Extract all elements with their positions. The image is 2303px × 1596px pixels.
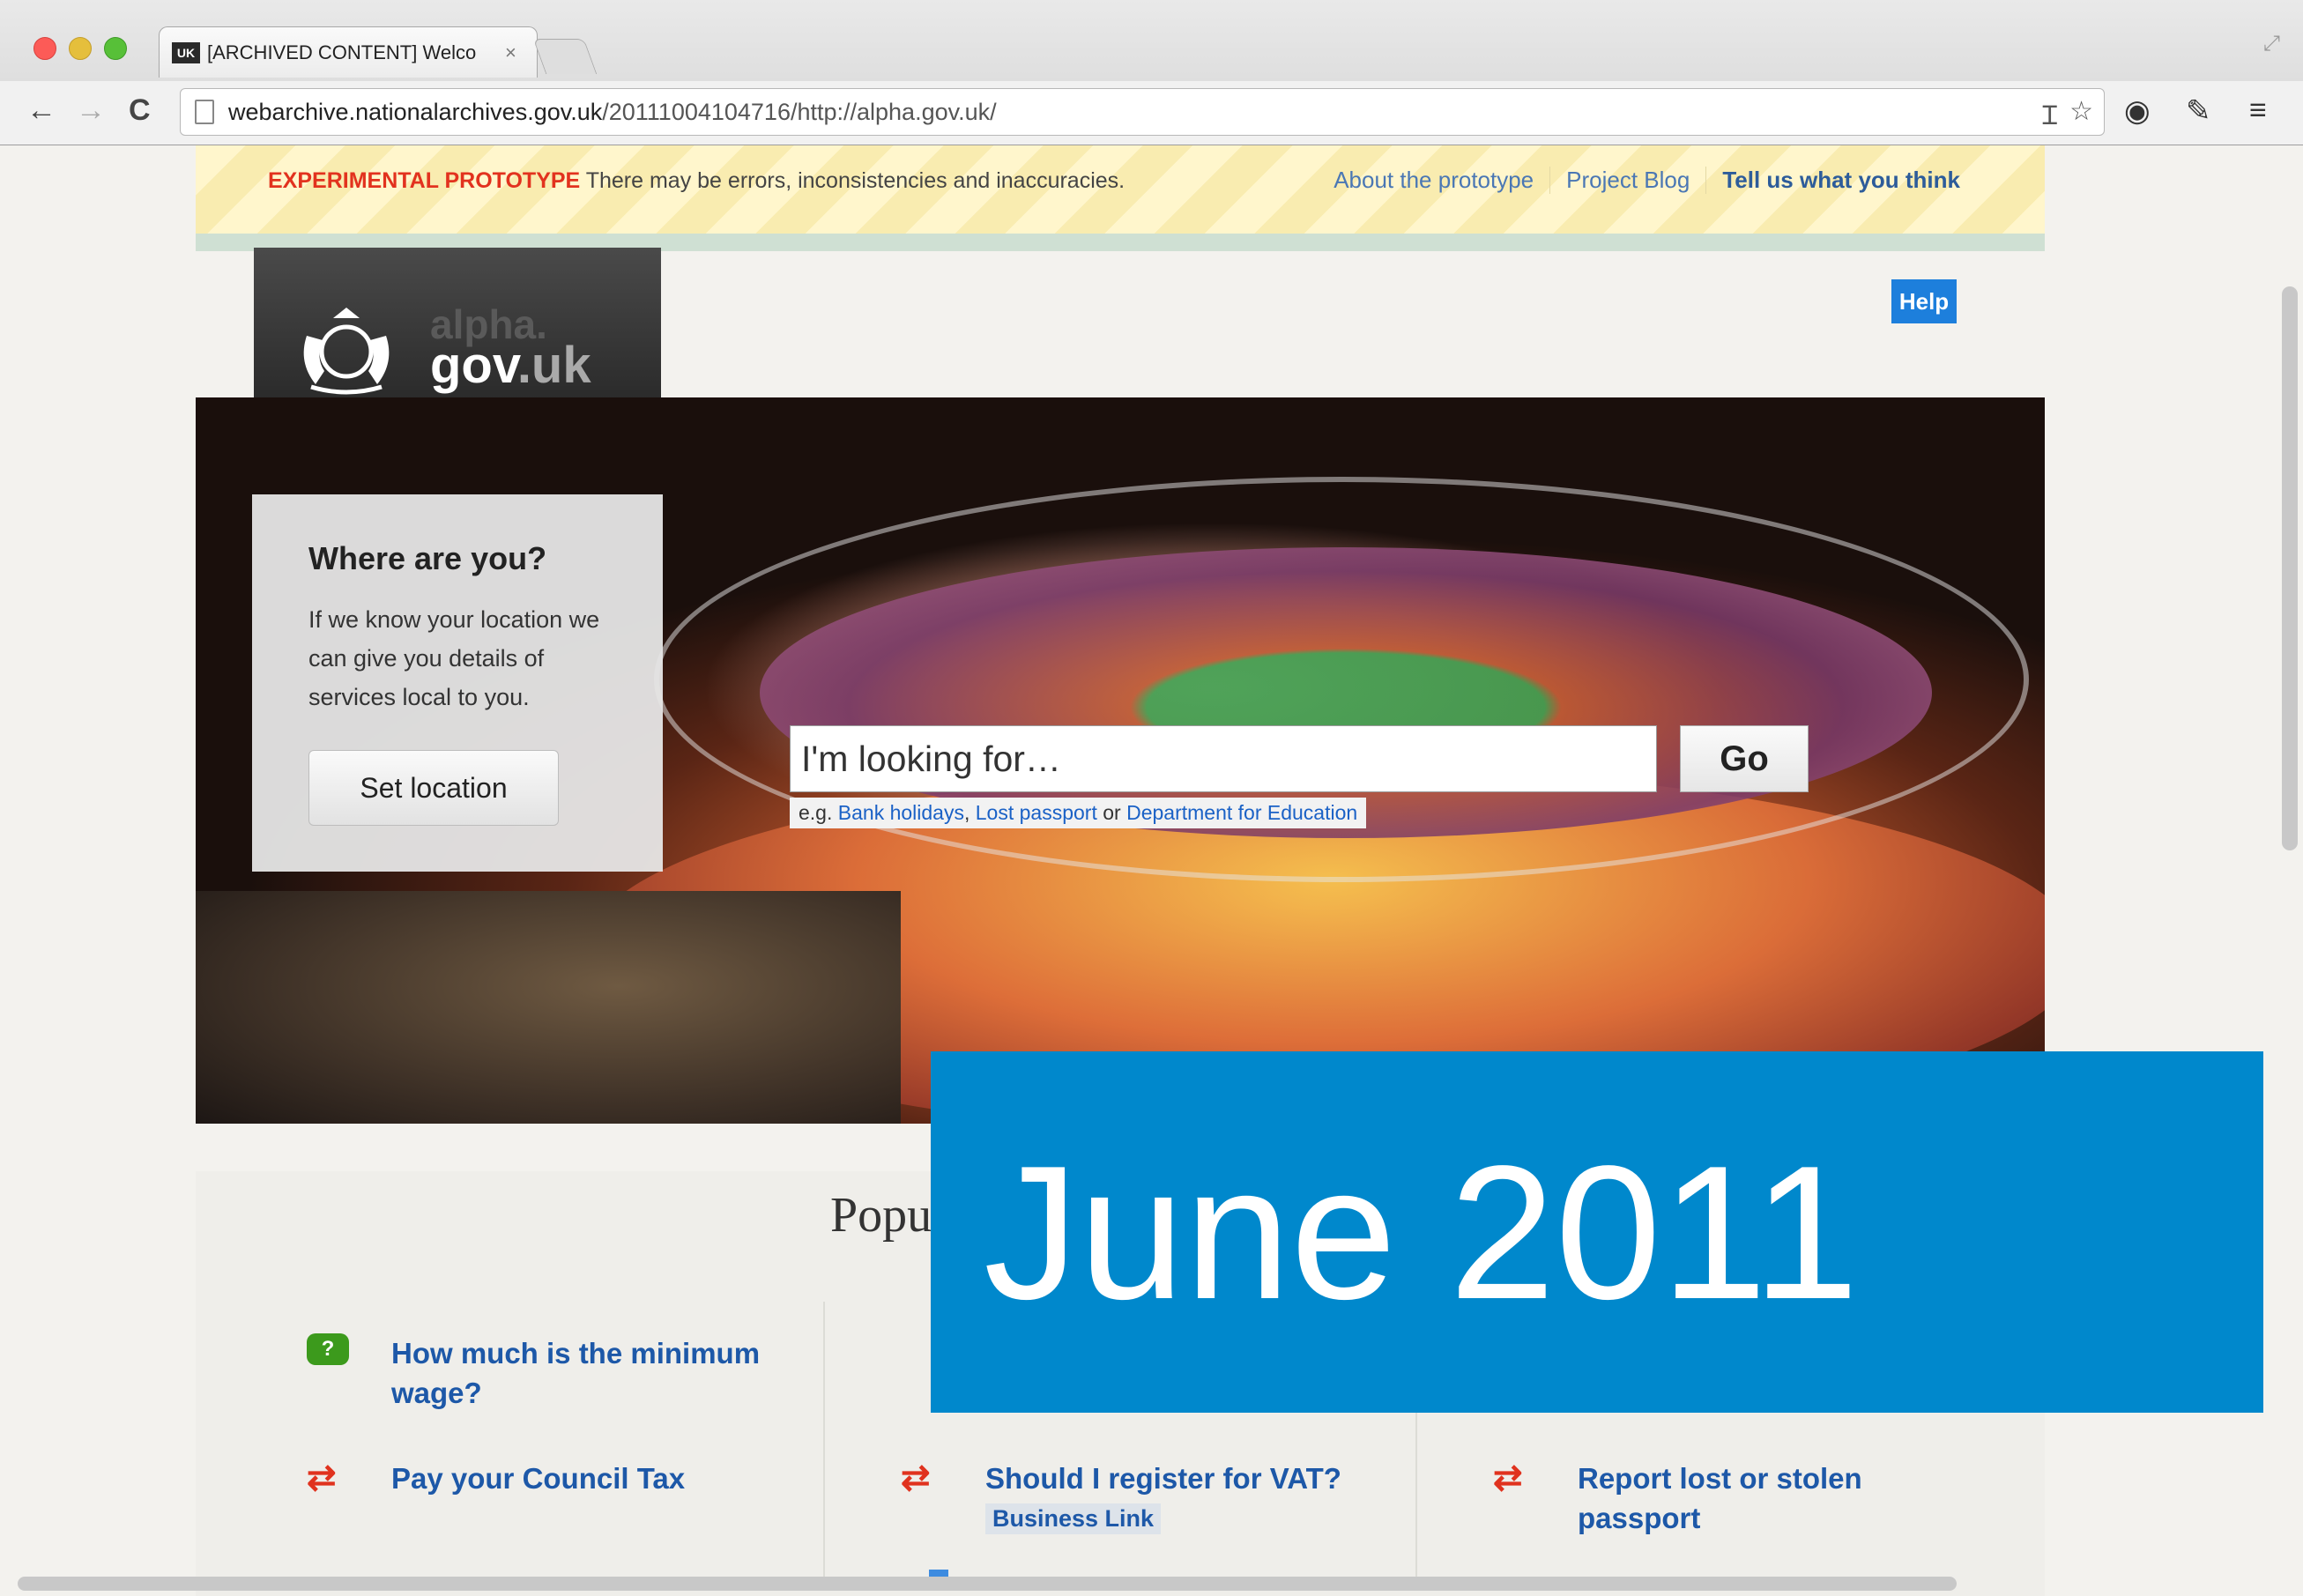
royal-crest-icon — [303, 308, 390, 395]
close-window-button[interactable] — [33, 37, 56, 60]
banner-text: EXPERIMENTAL PROTOTYPE There may be erro… — [268, 168, 1125, 193]
back-arrow-icon[interactable]: ← — [26, 93, 56, 128]
vertical-scrollbar[interactable] — [2282, 234, 2299, 1450]
minimize-window-button[interactable] — [69, 37, 92, 60]
popular-item-lost-passport[interactable]: ⇄ Report lost or stolen passport — [1493, 1459, 1898, 1538]
about-prototype-link[interactable]: About the prototype — [1318, 167, 1549, 194]
wrench-icon[interactable]: ✎ — [2186, 93, 2211, 129]
location-panel: Where are you? If we know your location … — [252, 494, 663, 872]
menu-icon[interactable]: ≡ — [2249, 93, 2267, 128]
location-title: Where are you? — [308, 540, 547, 576]
project-blog-link[interactable]: Project Blog — [1549, 167, 1705, 194]
page-icon — [195, 100, 214, 124]
help-button[interactable]: Help — [1891, 279, 1957, 323]
banner-links: About the prototype Project Blog Tell us… — [1318, 167, 1976, 194]
close-tab-icon[interactable]: × — [505, 41, 516, 64]
speech-bubble-icon: ? — [307, 1333, 356, 1374]
new-tab-button[interactable] — [532, 39, 598, 74]
set-location-button[interactable]: Set location — [308, 750, 559, 826]
transaction-arrows-icon: ⇄ — [901, 1459, 931, 1497]
fullscreen-icon[interactable]: ⤢ — [2263, 32, 2280, 56]
crowd-area — [196, 891, 901, 1124]
zoom-window-button[interactable] — [104, 37, 127, 60]
address-bar[interactable]: webarchive.nationalarchives.gov.uk/20111… — [180, 88, 2105, 136]
browser-chrome: UK [ARCHIVED CONTENT] Welco × ⤢ ← → C we… — [0, 0, 2303, 145]
transaction-arrows-icon: ⇄ — [1493, 1459, 1523, 1497]
popular-item-register-vat[interactable]: ⇄ Should I register for VAT? Business Li… — [901, 1459, 1359, 1534]
business-link-tag: Business Link — [985, 1503, 1162, 1534]
date-overlay-label: June 2011 — [931, 1051, 2263, 1413]
horizontal-scrollbar[interactable] — [18, 1577, 1957, 1591]
search-input[interactable]: I'm looking for… — [790, 725, 1657, 792]
browser-tab[interactable]: UK [ARCHIVED CONTENT] Welco × — [159, 26, 538, 78]
prototype-banner: EXPERIMENTAL PROTOTYPE There may be erro… — [196, 145, 2045, 251]
lost-passport-link[interactable]: Lost passport — [976, 801, 1097, 824]
department-education-link[interactable]: Department for Education — [1126, 801, 1357, 824]
forward-arrow-icon[interactable]: → — [76, 93, 106, 128]
reader-icon[interactable]: Ɪ — [2042, 96, 2057, 132]
star-icon[interactable]: ☆ — [2069, 96, 2093, 132]
popular-item-minimum-wage[interactable]: ? How much is the minimum wage? — [307, 1333, 765, 1413]
feedback-link[interactable]: Tell us what you think — [1705, 167, 1976, 194]
reload-icon[interactable]: C — [129, 93, 151, 128]
location-description: If we know your location we can give you… — [308, 606, 600, 710]
search-examples: e.g. Bank holidays, Lost passport or Dep… — [790, 798, 1367, 828]
popular-item-council-tax[interactable]: ⇄ Pay your Council Tax — [307, 1459, 765, 1499]
url-text: webarchive.nationalarchives.gov.uk/20111… — [228, 98, 997, 125]
transaction-arrows-icon: ⇄ — [307, 1459, 337, 1497]
scroll-thumb[interactable] — [2282, 286, 2298, 850]
partial-item-icon — [929, 1570, 948, 1577]
bank-holidays-link[interactable]: Bank holidays — [838, 801, 964, 824]
popular-title: Popu — [830, 1188, 932, 1243]
browser-toolbar: ← → C webarchive.nationalarchives.gov.uk… — [0, 81, 2303, 145]
logo-gov-text: gov.uk — [430, 337, 591, 394]
search-go-button[interactable]: Go — [1680, 725, 1809, 792]
column-divider — [823, 1302, 825, 1584]
extension-icon[interactable]: ◉ — [2124, 93, 2151, 129]
tab-title: [ARCHIVED CONTENT] Welco — [207, 41, 477, 63]
uk-favicon-icon: UK — [172, 41, 200, 63]
